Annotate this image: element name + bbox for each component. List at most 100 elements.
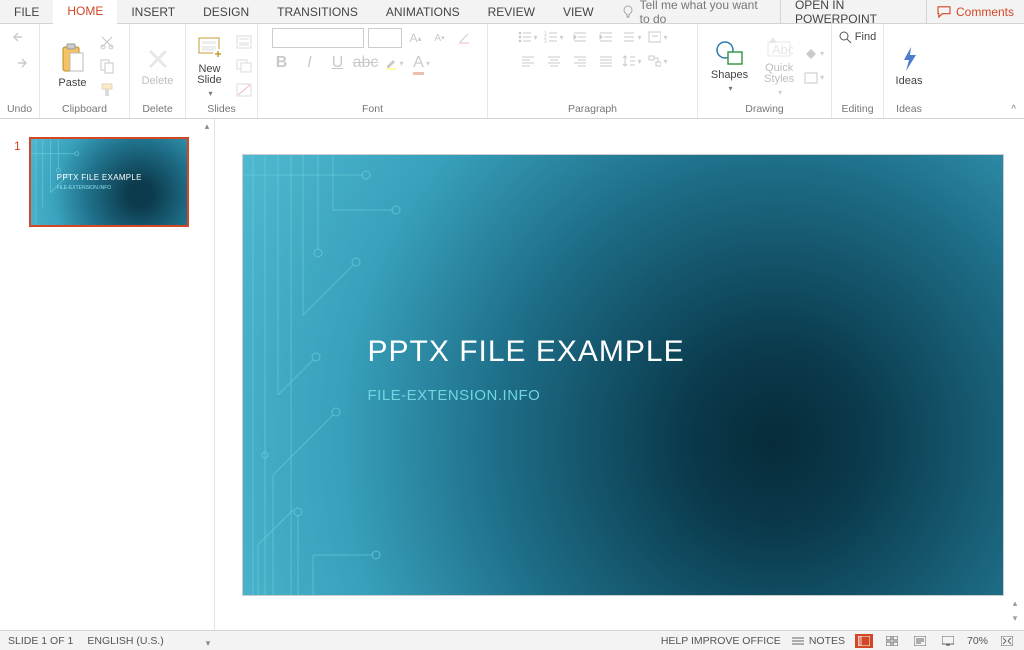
svg-text:3: 3 <box>544 39 547 43</box>
comment-icon <box>937 6 951 18</box>
text-direction-button[interactable] <box>622 28 642 46</box>
splitter-handle-bottom[interactable]: ▾ <box>201 638 215 648</box>
bold-button[interactable]: B <box>272 54 292 72</box>
thumbnail-number: 1 <box>14 139 21 227</box>
bullets-button[interactable] <box>518 28 538 46</box>
shrink-font-button[interactable]: A▾ <box>430 29 450 47</box>
prev-slide-button[interactable]: ▴ <box>1013 598 1018 609</box>
line-spacing-button[interactable] <box>622 52 642 70</box>
normal-view-button[interactable] <box>855 634 873 648</box>
duplicate-slide-button[interactable] <box>234 57 254 75</box>
svg-text:Abc: Abc <box>772 42 793 57</box>
shapes-icon <box>715 39 745 67</box>
copy-button[interactable] <box>97 57 117 75</box>
slide-sorter-view-button[interactable] <box>883 634 901 648</box>
circuit-decoration-icon <box>243 155 1003 595</box>
find-label: Find <box>855 31 876 43</box>
clear-format-button[interactable] <box>454 29 474 47</box>
increase-indent-button[interactable] <box>596 28 616 46</box>
ideas-button[interactable]: Ideas <box>890 43 929 89</box>
slide-title[interactable]: PPTX FILE EXAMPLE <box>368 335 685 369</box>
tell-me-search[interactable]: Tell me what you want to do <box>608 0 780 23</box>
redo-button[interactable] <box>10 54 30 72</box>
tab-design[interactable]: DESIGN <box>189 0 263 23</box>
delete-x-icon <box>144 45 172 73</box>
group-label-undo: Undo <box>7 103 32 117</box>
align-right-button[interactable] <box>570 52 590 70</box>
fit-to-window-button[interactable] <box>998 634 1016 648</box>
shape-fill-button[interactable] <box>804 45 824 63</box>
group-label-clipboard: Clipboard <box>62 103 107 117</box>
slide-canvas[interactable]: PPTX FILE EXAMPLE FILE-EXTENSION.INFO <box>243 155 1003 595</box>
font-color-button[interactable]: A <box>412 54 432 72</box>
grow-font-button[interactable]: A▴ <box>406 29 426 47</box>
group-label-paragraph: Paragraph <box>568 103 617 117</box>
delete-button[interactable]: Delete <box>136 43 180 89</box>
group-label-font: Font <box>362 103 383 117</box>
quick-styles-icon: Abc <box>765 34 793 60</box>
layout-button[interactable] <box>234 33 254 51</box>
status-language[interactable]: ENGLISH (U.S.) <box>87 635 163 647</box>
lightning-icon <box>899 45 919 73</box>
comments-label: Comments <box>956 5 1014 19</box>
slide-subtitle[interactable]: FILE-EXTENSION.INFO <box>368 387 541 404</box>
tab-review[interactable]: REVIEW <box>474 0 549 23</box>
align-text-button[interactable] <box>648 28 668 46</box>
align-left-button[interactable] <box>518 52 538 70</box>
strikethrough-button[interactable]: abc <box>356 54 376 72</box>
ideas-label: Ideas <box>896 76 923 87</box>
notes-button[interactable]: NOTES <box>791 635 845 647</box>
group-label-delete: Delete <box>142 103 172 117</box>
new-slide-button[interactable]: New Slide <box>190 31 230 100</box>
paste-button[interactable]: Paste <box>52 41 92 91</box>
open-in-powerpoint[interactable]: OPEN IN POWERPOINT <box>780 0 926 23</box>
shapes-label: Shapes <box>711 70 748 81</box>
justify-button[interactable] <box>596 52 616 70</box>
undo-button[interactable] <box>10 28 30 46</box>
underline-button[interactable]: U <box>328 54 348 72</box>
tell-me-label: Tell me what you want to do <box>640 0 766 26</box>
quick-styles-label: Quick Styles <box>764 63 794 85</box>
quick-styles-button[interactable]: Abc Quick Styles <box>758 32 800 99</box>
tab-file[interactable]: FILE <box>0 0 53 23</box>
format-painter-button[interactable] <box>97 81 117 99</box>
group-label-ideas: Ideas <box>896 103 922 117</box>
thumbnail-subtitle: FILE-EXTENSION.INFO <box>57 185 111 191</box>
group-label-drawing: Drawing <box>745 103 784 117</box>
highlight-button[interactable] <box>384 54 404 72</box>
next-slide-button[interactable]: ▾ <box>1013 613 1018 624</box>
zoom-level[interactable]: 70% <box>967 635 988 647</box>
decrease-indent-button[interactable] <box>570 28 590 46</box>
tab-view[interactable]: VIEW <box>549 0 608 23</box>
tab-animations[interactable]: ANIMATIONS <box>372 0 474 23</box>
font-size-input[interactable] <box>368 28 402 48</box>
cut-button[interactable] <box>97 33 117 51</box>
tab-home[interactable]: HOME <box>53 0 117 24</box>
shape-outline-button[interactable] <box>804 69 824 87</box>
search-icon <box>839 31 852 44</box>
align-center-button[interactable] <box>544 52 564 70</box>
slideshow-view-button[interactable] <box>939 634 957 648</box>
collapse-ribbon-button[interactable]: ^ <box>1011 104 1016 115</box>
help-improve-link[interactable]: HELP IMPROVE OFFICE <box>661 635 781 647</box>
shapes-button[interactable]: Shapes <box>705 37 754 95</box>
circuit-decoration-icon <box>31 139 187 227</box>
slide-thumbnail-1[interactable]: PPTX FILE EXAMPLE FILE-EXTENSION.INFO <box>29 137 189 227</box>
status-slide-count: SLIDE 1 OF 1 <box>8 635 73 647</box>
font-name-input[interactable] <box>272 28 364 48</box>
splitter-handle-top[interactable]: ▴ <box>200 121 214 131</box>
hide-slide-button[interactable] <box>234 81 254 99</box>
comments-button[interactable]: Comments <box>926 0 1024 23</box>
notes-label: NOTES <box>809 635 845 647</box>
convert-smartart-button[interactable] <box>648 52 668 70</box>
tab-transitions[interactable]: TRANSITIONS <box>263 0 372 23</box>
thumbnail-title: PPTX FILE EXAMPLE <box>57 173 142 182</box>
chevron-up-icon: ^ <box>1011 104 1016 115</box>
vertical-scrollbar[interactable]: ▴ ▾ <box>1008 119 1022 630</box>
reading-view-button[interactable] <box>911 634 929 648</box>
numbering-button[interactable]: 123 <box>544 28 564 46</box>
italic-button[interactable]: I <box>300 54 320 72</box>
lightbulb-icon <box>622 5 634 19</box>
tab-insert[interactable]: INSERT <box>117 0 189 23</box>
find-button[interactable]: Find <box>839 28 876 46</box>
